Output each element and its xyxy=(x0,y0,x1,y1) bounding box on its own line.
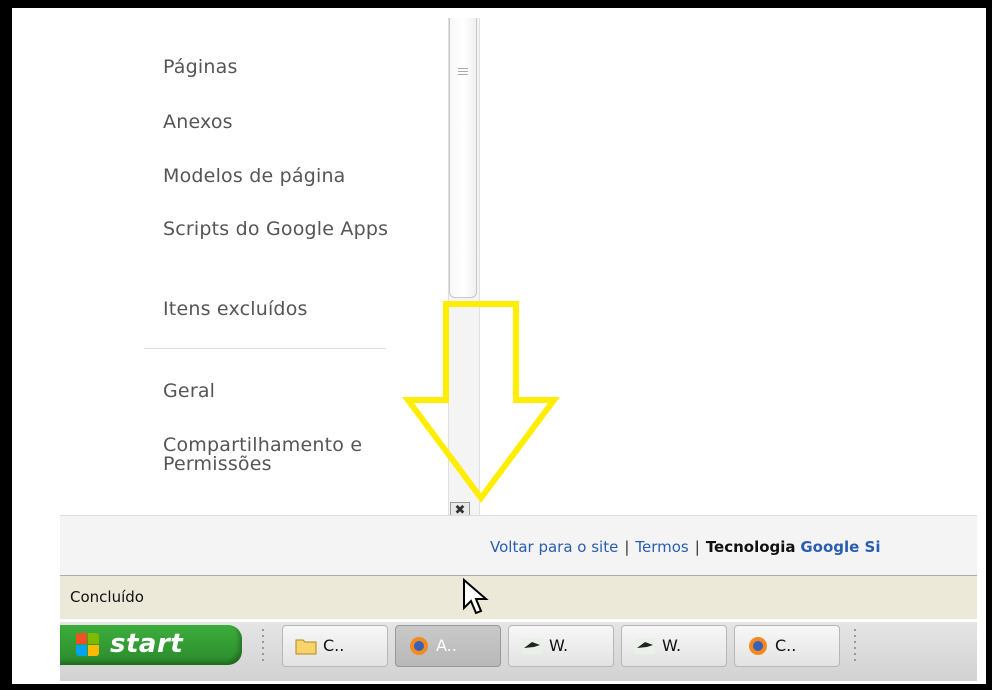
taskbar-item-label: W. xyxy=(549,636,569,655)
taskbar-item-app-1[interactable]: W. xyxy=(508,625,614,667)
status-text: Concluído xyxy=(70,588,144,606)
firefox-icon xyxy=(749,637,767,655)
browser-status-bar: Concluído xyxy=(60,575,977,620)
taskbar-item-app-2[interactable]: W. xyxy=(621,625,727,667)
taskbar-item-label: W. xyxy=(662,636,682,655)
back-to-site-link[interactable]: Voltar para o site xyxy=(490,538,618,556)
footer-separator: | xyxy=(624,538,630,556)
site-footer: Voltar para o site | Termos | Tecnologia Goo… xyxy=(60,515,977,576)
start-label: start xyxy=(110,629,184,659)
taskbar-item-folder[interactable]: C.. xyxy=(282,625,388,667)
taskbar-item-label: A.. xyxy=(436,636,457,655)
taskbar-item-firefox-active[interactable]: A.. xyxy=(395,625,501,667)
taskbar-grip-icon xyxy=(260,625,266,665)
start-button[interactable]: start xyxy=(60,625,242,665)
footer-separator: | xyxy=(694,538,700,556)
sidebar-divider xyxy=(144,348,386,349)
sidebar-item-itens-excluidos[interactable]: Itens excluídos xyxy=(163,300,308,319)
sidebar-item-anexos[interactable]: Anexos xyxy=(163,113,233,132)
scrollbar-thumb[interactable] xyxy=(449,18,477,298)
firefox-icon xyxy=(410,637,428,655)
mouse-cursor-icon xyxy=(463,578,489,615)
sidebar-item-paginas[interactable]: Páginas xyxy=(163,58,238,77)
folder-icon xyxy=(295,639,317,655)
taskbar-item-firefox-2[interactable]: C.. xyxy=(734,625,840,667)
sidebar-item-modelos[interactable]: Modelos de página xyxy=(163,167,346,186)
down-arrow-annotation-icon xyxy=(402,301,560,504)
sidebar-item-geral[interactable]: Geral xyxy=(163,382,215,401)
google-sites-link[interactable]: Google Si xyxy=(800,538,880,556)
taskbar-grip-icon xyxy=(852,625,858,665)
windows-taskbar: start C.. A.. W. W. C.. xyxy=(60,619,977,681)
screen: Páginas Anexos Modelos de página Scripts… xyxy=(22,18,977,681)
taskbar-item-label: C.. xyxy=(323,636,345,655)
sidebar-item-scripts[interactable]: Scripts do Google Apps xyxy=(163,220,393,239)
terms-link[interactable]: Termos xyxy=(635,538,688,556)
scrollbar-grip-icon xyxy=(458,68,468,80)
powered-by-label: Tecnologia xyxy=(705,538,796,556)
windows-logo-icon xyxy=(76,633,100,657)
footer-links: Voltar para o site | Termos | Tecnologia Goo… xyxy=(490,538,881,556)
taskbar-item-label: C.. xyxy=(775,636,797,655)
app-icon xyxy=(635,638,655,654)
taskbar-edge xyxy=(60,619,977,622)
app-icon xyxy=(522,638,542,654)
sidebar-item-compartilhamento[interactable]: Compartilhamento e Permissões xyxy=(163,436,393,474)
